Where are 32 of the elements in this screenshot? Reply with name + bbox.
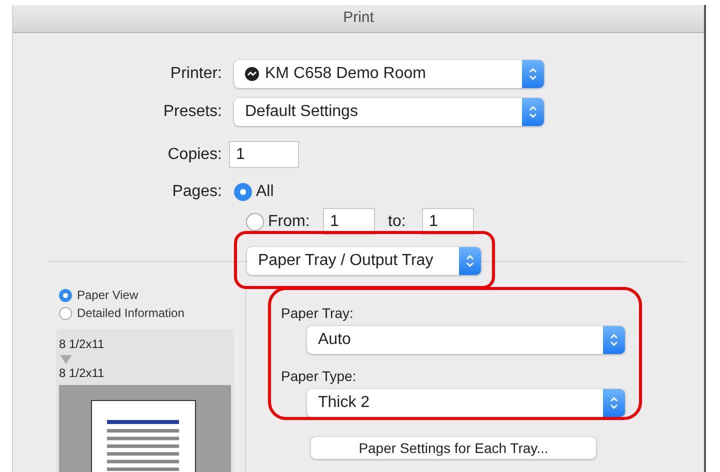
option-label: Detailed Information [77,305,184,322]
field-label: Pages: [171,182,223,202]
field-label: Paper Type: [281,367,358,386]
panel-popup[interactable]: Paper Tray / Output Tray [247,247,481,275]
printer-popup[interactable]: KM C658 Demo Room [234,60,544,88]
select-popup[interactable]: Auto [307,326,625,354]
option-label: From: [268,212,311,232]
stepper-icon [603,389,625,417]
window-title: Print [343,8,374,28]
presets-popup[interactable]: Default Settings [234,98,544,126]
field-label: Presets: [162,102,223,122]
field-label: to: [388,212,407,232]
paper-size: 8 1/2x11 [58,365,106,382]
down-triangle-icon [60,355,72,364]
field-label: Copies: [166,144,223,164]
field-label: Paper Tray: [281,304,354,323]
paper-size: 8 1/2x11 [58,336,106,353]
stepper-icon [603,326,625,354]
select-popup[interactable]: Thick 2 [307,389,625,417]
printer-icon [245,67,259,81]
stepper-icon [459,247,481,275]
option-label: Paper View [77,287,138,304]
stepper-icon [522,98,544,126]
radio-button[interactable] [59,306,72,320]
option-label: All [256,182,274,202]
stepper-icon [522,60,544,88]
field-label: Printer: [169,64,223,84]
radio-button[interactable] [234,183,252,201]
text-field[interactable]: 1 [229,141,299,168]
radio-button[interactable] [59,288,72,302]
tray-settings-button[interactable]: Paper Settings for Each Tray... [311,437,596,459]
radio-button[interactable] [246,212,264,230]
